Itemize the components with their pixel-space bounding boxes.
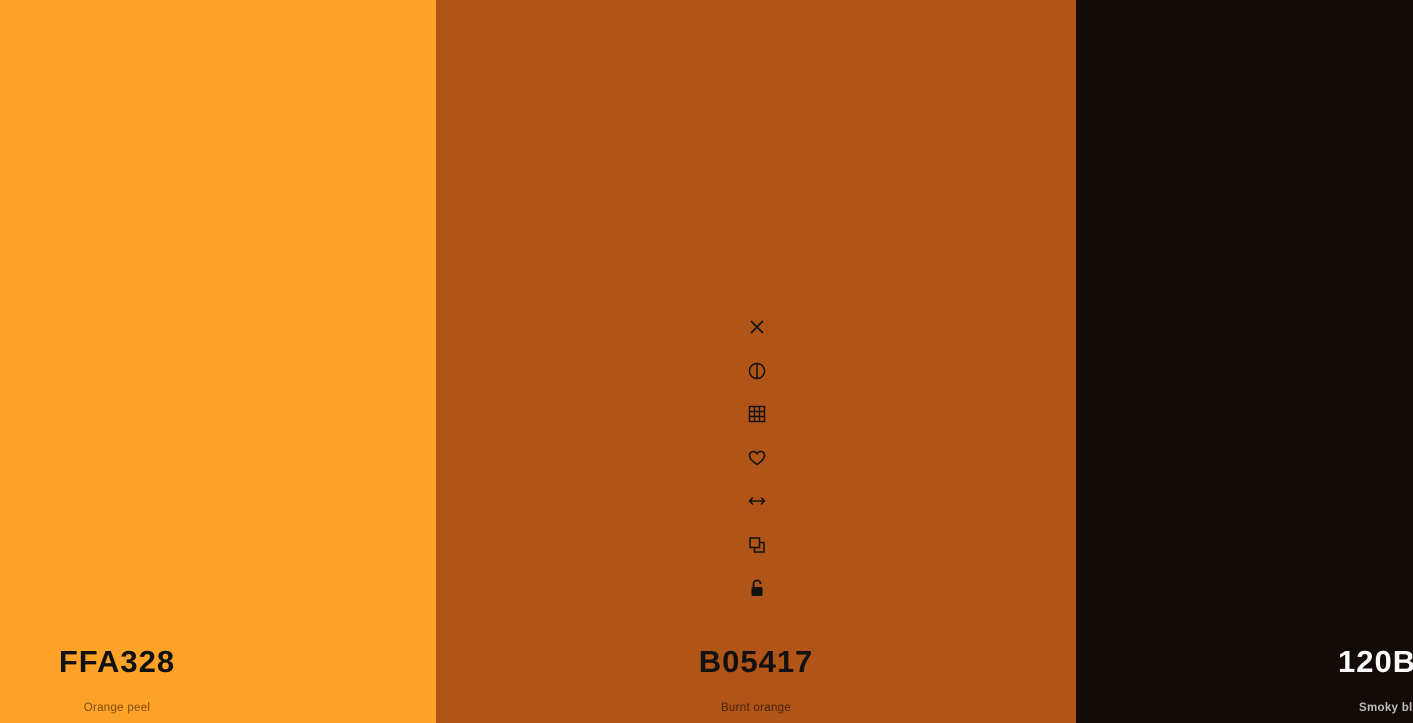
remove-color-button[interactable] bbox=[745, 315, 769, 339]
swatch-hex-code[interactable]: 120B bbox=[1338, 644, 1413, 680]
save-color-button[interactable] bbox=[745, 446, 769, 470]
copy-color-button[interactable] bbox=[745, 533, 769, 557]
unlock-icon bbox=[751, 579, 763, 596]
swatch-toolbar bbox=[745, 315, 769, 620]
lock-color-button[interactable] bbox=[745, 576, 769, 600]
grid-icon bbox=[748, 405, 766, 423]
swatch-hex-code[interactable]: FFA328 bbox=[59, 644, 175, 680]
copy-icon bbox=[749, 536, 765, 553]
view-shades-button[interactable] bbox=[745, 359, 769, 383]
color-swatch-orange-peel[interactable]: FFA328 Orange peel bbox=[0, 0, 436, 723]
drag-handle[interactable] bbox=[745, 489, 769, 513]
close-icon bbox=[750, 320, 764, 334]
swatch-hex-code[interactable]: B05417 bbox=[699, 644, 814, 680]
color-swatch-burnt-orange[interactable]: B05417 Burnt orange bbox=[436, 0, 1076, 723]
swatch-color-name: Smoky bl bbox=[1359, 702, 1413, 714]
view-palette-grid-button[interactable] bbox=[745, 402, 769, 426]
drag-horizontal-icon bbox=[748, 497, 766, 505]
color-palette: FFA328 Orange peel B05417 Burnt orange 1… bbox=[0, 0, 1413, 723]
swatch-color-name: Burnt orange bbox=[720, 702, 792, 714]
color-swatch-smoky-black[interactable]: 120B Smoky bl bbox=[1076, 0, 1413, 723]
contrast-icon bbox=[748, 362, 766, 379]
swatch-color-name: Orange peel bbox=[83, 702, 151, 714]
heart-icon bbox=[748, 450, 766, 465]
